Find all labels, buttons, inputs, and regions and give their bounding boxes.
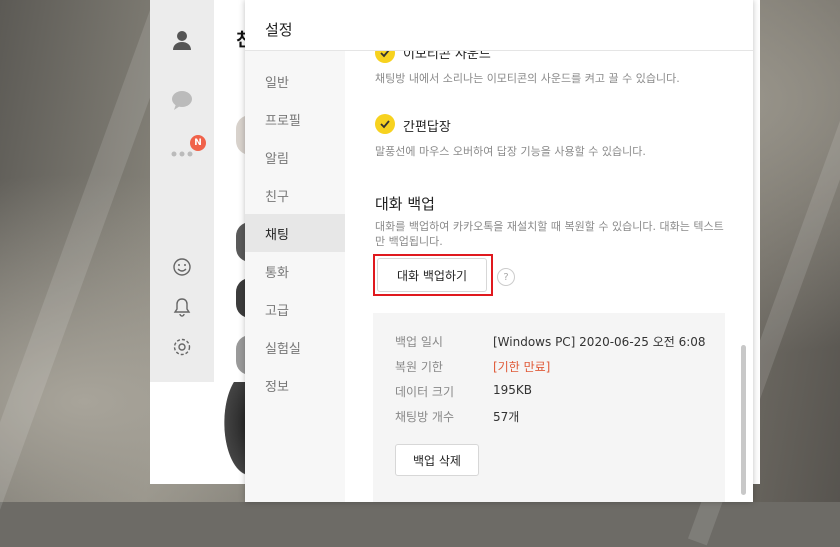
help-icon[interactable]: ? [497, 268, 515, 286]
nav-general[interactable]: 일반 [245, 62, 345, 100]
quick-reply-checkbox[interactable] [375, 114, 395, 134]
bell-icon[interactable] [170, 295, 194, 319]
chat-icon[interactable] [170, 88, 194, 112]
emoticon-sound-desc: 채팅방 내에서 소리나는 이모티콘의 사운드를 켜고 끌 수 있습니다. [375, 72, 680, 85]
nav-labs[interactable]: 실험실 [245, 328, 345, 366]
emoticon-sound-checkbox[interactable] [375, 51, 395, 63]
friends-icon[interactable] [170, 28, 194, 52]
info-key: 복원 기한 [395, 360, 443, 374]
delete-backup-button[interactable]: 백업 삭제 [395, 444, 479, 476]
content-scrollbar[interactable] [741, 345, 746, 495]
main-icon-bar: N [150, 0, 214, 382]
settings-header: 설정 [245, 0, 753, 51]
quick-reply-desc: 말풍선에 마우스 오버하여 답장 기능을 사용할 수 있습니다. [375, 145, 646, 158]
nav-info[interactable]: 정보 [245, 366, 345, 404]
check-icon [380, 120, 390, 129]
info-value-expired: [기한 만료] [493, 360, 551, 374]
info-key: 백업 일시 [395, 335, 443, 349]
emoticon-icon[interactable] [170, 255, 194, 279]
emoticon-sound-label: 이모티콘 사운드 [403, 51, 491, 62]
new-badge: N [190, 135, 206, 151]
info-value: 57개 [493, 410, 520, 424]
backup-section-title: 대화 백업 [375, 195, 435, 213]
nav-friends[interactable]: 친구 [245, 176, 345, 214]
info-key: 데이터 크기 [395, 385, 455, 399]
info-key: 채팅방 개수 [395, 410, 455, 424]
settings-content: 이모티콘 사운드 채팅방 내에서 소리나는 이모티콘의 사운드를 켜고 끌 수 … [345, 51, 753, 502]
settings-sidebar: 일반 프로필 알림 친구 채팅 통화 고급 실험실 정보 [245, 51, 345, 502]
check-icon [380, 51, 390, 58]
nav-notifications[interactable]: 알림 [245, 138, 345, 176]
nav-profile[interactable]: 프로필 [245, 100, 345, 138]
settings-window: 설정 일반 프로필 알림 친구 채팅 통화 고급 실험실 정보 이모티콘 사운드… [245, 0, 753, 502]
settings-title: 설정 [265, 21, 293, 39]
gear-icon[interactable] [170, 335, 194, 359]
info-value: 195KB [493, 383, 533, 397]
quick-reply-label: 간편답장 [403, 120, 451, 135]
info-value: [Windows PC] 2020-06-25 오전 6:08 [493, 335, 706, 349]
nav-call[interactable]: 통화 [245, 252, 345, 290]
backup-desc: 대화를 백업하여 카카오톡을 재설치할 때 복원할 수 있습니다. 대화는 텍스… [375, 220, 724, 248]
backup-info-box: 백업 일시 [Windows PC] 2020-06-25 오전 6:08 복원… [373, 313, 725, 502]
nav-chat[interactable]: 채팅 [245, 214, 345, 252]
nav-advanced[interactable]: 고급 [245, 290, 345, 328]
backup-chat-button[interactable]: 대화 백업하기 [377, 258, 487, 292]
